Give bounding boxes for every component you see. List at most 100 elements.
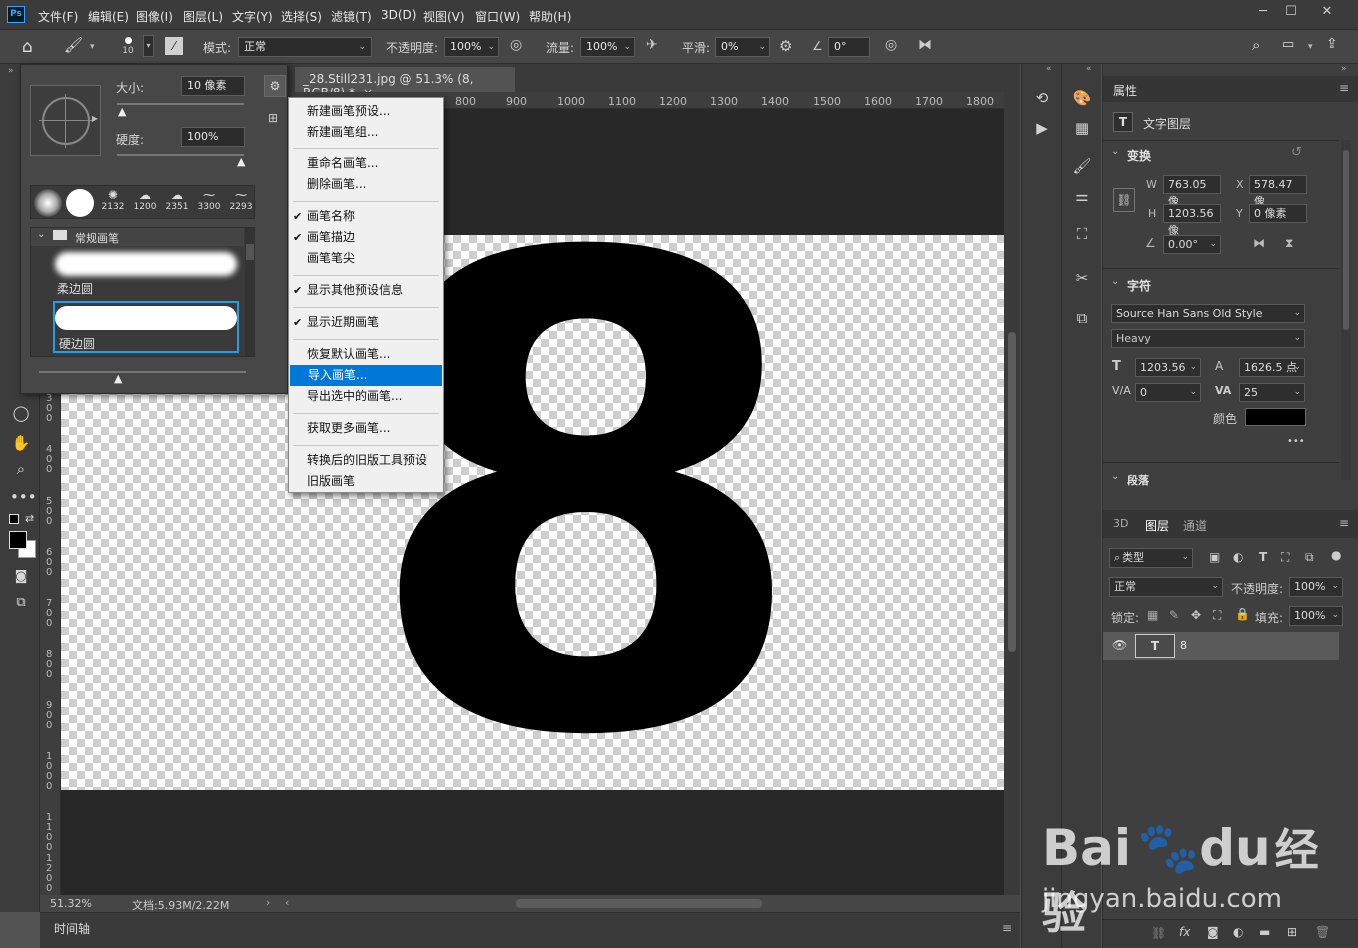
menu-item-new-brush-group[interactable]: 新建画笔组... [289,122,443,143]
document-tab[interactable]: _28.Still231.jpg @ 51.3% (8, RGB/8) *× [295,67,515,100]
menu-item-show-additional-preset-info[interactable]: ✔ 显示其他预设信息 [289,280,443,301]
quick-mask-icon[interactable]: ◙ [10,566,32,588]
layer-opacity-input[interactable]: 100% ⌄ [1289,577,1343,597]
scroll-left-icon[interactable]: ‹ [285,896,289,909]
lock-pixels-icon[interactable]: ✎ [1169,608,1179,622]
menu-view[interactable]: 视图(V) [423,8,465,25]
color-palette-icon[interactable]: 🎨 [1072,88,1092,108]
width-input[interactable]: 763.05 像 [1163,175,1221,208]
photoshop-logo-icon[interactable]: Ps [7,6,25,23]
tab-layers[interactable]: 图层 [1145,517,1169,534]
menu-filter[interactable]: 滤镜(T) [331,8,372,25]
recent-brush-item[interactable]: ☁ 1200 [131,188,159,218]
font-style-select[interactable]: Heavy ⌄ [1111,329,1305,348]
paragraph-section-title[interactable]: 段落 [1127,472,1149,488]
link-dimensions-icon[interactable]: ⛓ [1113,188,1135,212]
menu-item-new-brush-preset[interactable]: 新建画笔预设... [289,101,443,122]
brush-panel-gear-icon[interactable]: ⚙ [264,75,286,97]
screen-mode-icon[interactable]: ⧉ [10,592,32,614]
pressure-opacity-icon[interactable]: ◎ [510,37,530,57]
text-color-swatch[interactable] [1245,408,1306,426]
flip-horizontal-icon[interactable]: ⧓ [1253,236,1265,250]
kerning-input[interactable]: 0 ⌄ [1135,383,1201,402]
smoothing-input[interactable]: 0% ⌄ [715,37,770,57]
menu-item-show-recent-brushes[interactable]: ✔ 显示近期画笔 [289,312,443,333]
hand-tool-icon[interactable]: ✋ [10,432,32,454]
menu-item-get-more-brushes[interactable]: 获取更多画笔... [289,418,443,439]
size-input[interactable]: 10 像素 [181,76,245,96]
more-tools-icon[interactable]: ••• [10,486,37,508]
menu-edit[interactable]: 编辑(E) [88,8,129,25]
timeline-tab[interactable]: 时间轴 [54,920,90,937]
filter-smart-object-icon[interactable]: ⧉ [1305,550,1314,565]
font-size-input[interactable]: 1203.56 ⌄ [1135,358,1201,377]
menu-3d[interactable]: 3D(D) [381,8,416,22]
recent-brush-item[interactable]: ☁ 2351 [163,188,191,218]
chevron-down-icon[interactable]: ⌄ [1111,276,1119,287]
properties-tab[interactable]: 属性 [1113,82,1137,99]
menu-item-legacy-brushes[interactable]: 旧版画笔 [289,471,443,492]
default-colors-icon[interactable] [9,514,19,524]
opacity-input[interactable]: 100% ⌄ [444,37,499,57]
ellipse-marquee-tool-icon[interactable]: ◯ [10,402,32,424]
menu-item-restore-default-brushes[interactable]: 恢复默认画笔... [289,344,443,365]
tool-preset-dropdown-icon[interactable]: ▾ [90,42,95,52]
panel-menu-icon[interactable]: ≡ [1339,516,1349,530]
menu-item-brush-tip[interactable]: 画笔笔尖 [289,248,443,269]
document-info[interactable]: 文档:5.93M/2.22M [132,897,229,913]
collapse-icon[interactable]: « [1086,64,1092,74]
slider-handle-icon[interactable]: ▲ [114,372,122,385]
panel-menu-icon[interactable]: ≡ [1002,921,1012,935]
tool-presets-icon[interactable]: ✂ [1072,268,1092,288]
tracking-input[interactable]: 25 ⌄ [1239,383,1305,402]
filter-pixel-icon[interactable]: ▣ [1209,550,1220,564]
close-button[interactable]: ✕ [1312,2,1342,22]
properties-scrollbar[interactable] [1341,140,1351,480]
filter-toggle-icon[interactable]: ● [1331,548,1341,562]
menu-item-converted-legacy-presets[interactable]: 转换后的旧版工具预设 [289,450,443,471]
brush-tool-icon[interactable]: 🖌 [64,36,84,56]
filter-type-icon[interactable]: T [1259,550,1267,564]
transform-section-title[interactable]: 变换 [1127,147,1151,164]
lock-position-icon[interactable]: ✥ [1191,608,1201,622]
scroll-thumb[interactable] [1008,332,1016,652]
chevron-down-icon[interactable]: ⌄ [1111,146,1119,157]
recent-brush-item[interactable]: ⁓ 2293 [227,188,255,218]
brush-preset-picker[interactable]: 10 [120,35,136,61]
new-preset-icon[interactable]: ⊞ [268,111,278,125]
minimize-button[interactable]: ─ [1248,2,1278,22]
adjustments-sliders-icon[interactable]: ⚌ [1072,186,1092,206]
collapse-icon[interactable]: « [1046,64,1052,74]
lock-transparent-icon[interactable]: ▦ [1147,608,1158,622]
vertical-scrollbar[interactable] [1004,92,1020,895]
menu-layer[interactable]: 图层(L) [183,8,223,25]
menu-item-brush-name[interactable]: ✔ 画笔名称 [289,206,443,227]
menu-window[interactable]: 窗口(W) [475,8,520,25]
thumbnail-size-slider[interactable] [39,371,246,373]
blend-mode-select[interactable]: 正常 ⌄ [1109,577,1223,597]
slider-handle-icon[interactable]: ▲ [118,105,126,118]
actions-play-icon[interactable]: ▶ [1032,118,1052,138]
menu-file[interactable]: 文件(F) [38,8,78,25]
fill-input[interactable]: 100% ⌄ [1289,606,1343,626]
menu-item-delete-brush[interactable]: 删除画笔... [289,174,443,195]
recent-brush-item[interactable]: ⁓ 3300 [195,188,223,218]
symmetry-icon[interactable]: ⧓ [918,37,938,57]
soft-round-brush-thumb[interactable] [34,189,62,217]
menu-item-import-brushes[interactable]: 导入画笔... [290,365,442,386]
clone-source-icon[interactable]: ⛶ [1072,224,1092,244]
more-options-icon[interactable]: ••• [1287,436,1305,447]
flip-vertical-icon[interactable]: ⧗ [1285,236,1293,251]
font-family-select[interactable]: Source Han Sans Old Style ⌄ [1111,304,1305,323]
zoom-tool-icon[interactable]: ⌕ [10,458,32,480]
brush-settings-panel-icon[interactable]: ⁄ [165,37,183,55]
filter-shape-icon[interactable]: ⛶ [1281,550,1289,565]
character-section-title[interactable]: 字符 [1127,277,1151,294]
mode-select[interactable]: 正常 ⌄ [238,37,372,57]
maximize-button[interactable]: ☐ [1276,2,1306,22]
scroll-thumb[interactable] [246,244,254,260]
menu-select[interactable]: 选择(S) [281,8,322,25]
brush-settings-icon[interactable]: 🖌 [1072,156,1092,176]
height-input[interactable]: 1203.56 像 [1163,204,1221,237]
scroll-thumb[interactable] [1343,150,1349,330]
